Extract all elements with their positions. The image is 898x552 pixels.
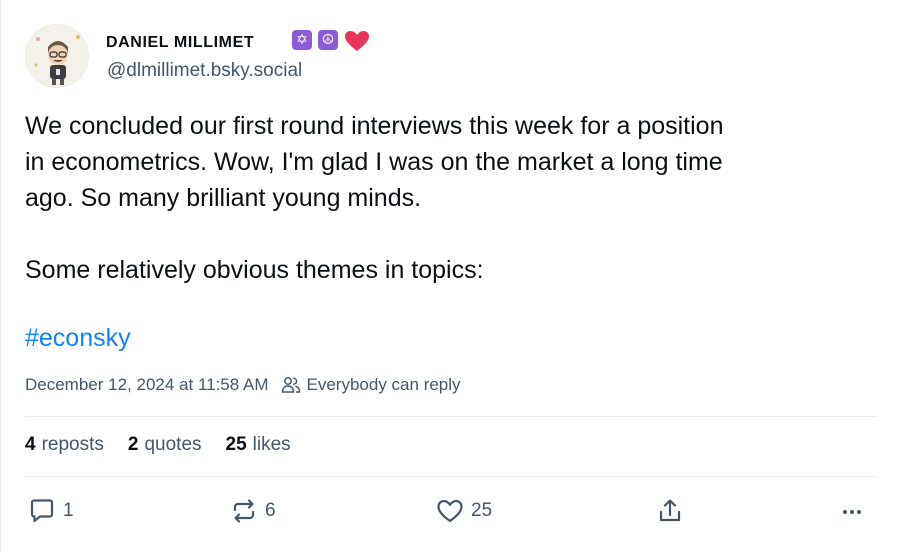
author-display-name[interactable]: DANIEL MILLIMET (106, 34, 254, 52)
reply-count: 1 (63, 500, 74, 521)
action-bar: 1 6 25 (1, 496, 898, 536)
post-text-line: Some relatively obvious themes in topics… (25, 256, 484, 284)
post-meta: December 12, 2024 at 11:58 AM Everybody … (25, 375, 461, 395)
repost-button[interactable]: 6 (229, 496, 276, 526)
likes-stat[interactable]: 25 likes (226, 434, 291, 456)
heart-icon (345, 31, 369, 51)
post-timestamp[interactable]: December 12, 2024 at 11:58 AM (25, 375, 269, 395)
divider (25, 416, 877, 417)
star-of-david-icon: ✡ (292, 30, 312, 50)
post-card: DANIEL MILLIMET ✡ ☮ @dlmillimet.bsky.soc… (0, 0, 898, 552)
quotes-count: 2 (127, 434, 139, 455)
avatar[interactable] (25, 24, 89, 88)
likes-count: 25 (225, 434, 247, 455)
reply-button[interactable]: 1 (27, 496, 74, 526)
comment-icon (30, 499, 54, 523)
author-handle[interactable]: @dlmillimet.bsky.social (107, 60, 302, 82)
heart-outline-icon (437, 499, 463, 523)
engagement-stats: 4 reposts 2 quotes 25 likes (25, 434, 315, 456)
like-button[interactable]: 25 (435, 496, 492, 526)
post-text-line: in econometrics. Wow, I'm glad I was on … (25, 148, 723, 176)
quotes-stat[interactable]: 2 quotes (128, 434, 202, 456)
reposts-stat[interactable]: 4 reposts (25, 434, 104, 456)
more-options-button[interactable] (837, 496, 867, 526)
hashtag-link[interactable]: #econsky (25, 320, 131, 356)
reply-setting-label: Everybody can reply (306, 375, 461, 394)
reply-setting: Everybody can reply (281, 375, 461, 395)
post-body: We concluded our first round interviews … (25, 108, 875, 288)
people-icon (281, 377, 300, 393)
author-badges: ✡ ☮ (292, 30, 370, 52)
like-count: 25 (471, 500, 493, 521)
post-text-line: ago. So many brilliant young minds. (25, 184, 422, 212)
reposts-label: reposts (41, 434, 104, 455)
share-icon (659, 499, 681, 522)
repost-count: 6 (265, 500, 276, 521)
more-dots-icon (843, 510, 861, 514)
avatar-illustration (26, 25, 88, 87)
post-text-line: We concluded our first round interviews … (25, 112, 724, 140)
reposts-count: 4 (25, 434, 36, 455)
divider (25, 476, 877, 477)
peace-sign-icon: ☮ (318, 30, 338, 50)
likes-label: likes (252, 434, 291, 455)
repost-icon (233, 499, 255, 523)
share-button[interactable] (655, 496, 685, 526)
quotes-label: quotes (144, 434, 202, 455)
